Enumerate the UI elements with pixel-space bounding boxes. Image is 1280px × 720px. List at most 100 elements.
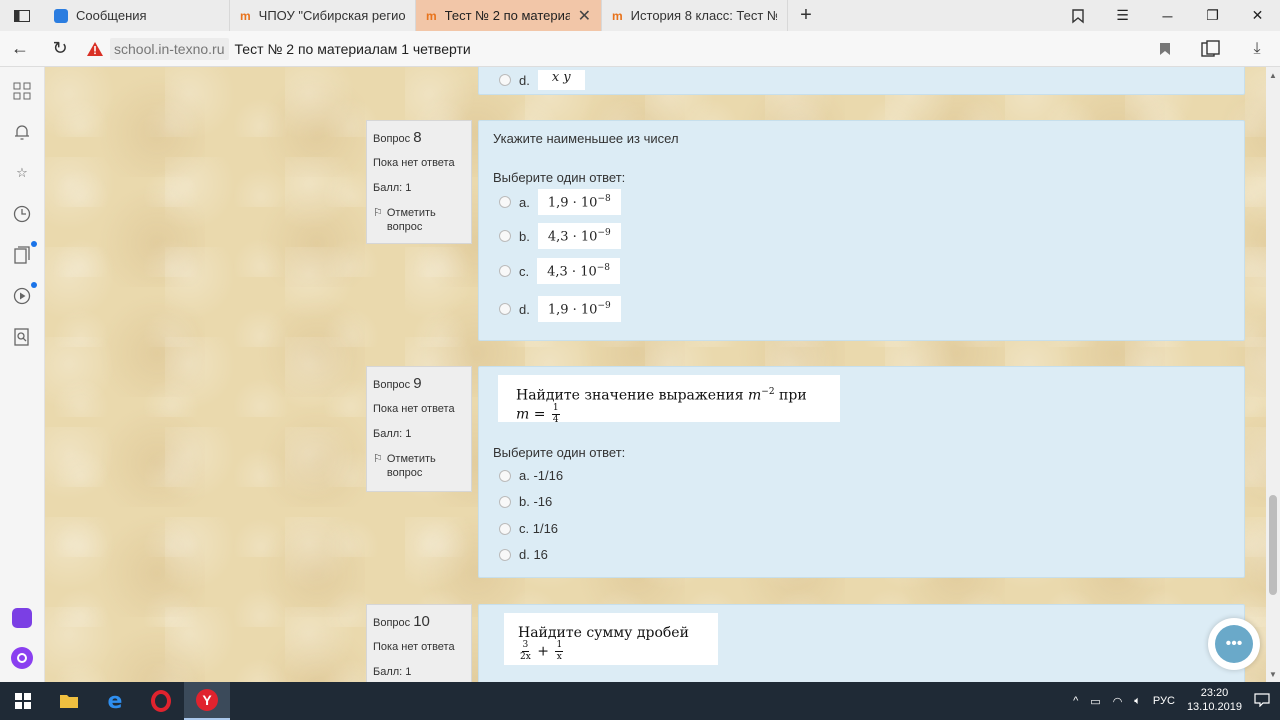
windows-taskbar: e Y ^ ▭ ◠ 🔈︎ РУС 23:20 13.10.2019: [0, 682, 1280, 720]
wifi-icon[interactable]: ◠: [1113, 695, 1123, 708]
answer-option-a[interactable]: a. 1,9 · 10−8: [499, 189, 621, 216]
warning-icon[interactable]: [86, 41, 104, 57]
question-grade: Балл: 1: [373, 666, 412, 679]
alice-assistant-icon[interactable]: [11, 647, 33, 669]
alice-messenger-icon[interactable]: [11, 607, 33, 629]
answer-option-c[interactable]: c. 4,3 · 10−8: [499, 258, 621, 285]
apps-grid-icon[interactable]: [11, 80, 33, 102]
scroll-down-arrow-icon[interactable]: ▼: [1266, 668, 1280, 680]
clock-date: 13.10.2019: [1186, 701, 1242, 713]
menu-icon[interactable]: ☰: [1100, 0, 1145, 31]
radio-button[interactable]: [499, 469, 511, 482]
question-info-10: Вопрос 10 Пока нет ответа Балл: 1: [366, 604, 472, 682]
battery-icon[interactable]: ▭: [1090, 695, 1100, 708]
page-content: d. x y Вопрос 8 Пока нет ответа Балл: 1 …: [45, 67, 1266, 682]
answer-option-b[interactable]: b. -16: [499, 494, 552, 509]
flag-question-link[interactable]: ⚐ Отметить вопрос: [373, 453, 465, 479]
question-state: Пока нет ответа: [373, 157, 455, 169]
windows-start-icon[interactable]: [0, 682, 46, 720]
radio-button[interactable]: [499, 265, 511, 278]
new-tab-button[interactable]: +: [788, 0, 824, 31]
answer-option-b[interactable]: b. 4,3 · 10−9: [499, 223, 621, 250]
question-info-9: Вопрос 9 Пока нет ответа Балл: 1 ⚐ Отмети…: [366, 366, 472, 492]
language-indicator[interactable]: РУС: [1153, 695, 1175, 707]
edge-browser-icon[interactable]: e: [92, 682, 138, 720]
page-title: Тест № 2 по материалам 1 четверти: [234, 40, 471, 57]
bookmarks-icon[interactable]: [1055, 0, 1100, 31]
question-state: Пока нет ответа: [373, 641, 455, 653]
radio-button[interactable]: [499, 548, 511, 561]
browser-sidebar: ☆: [0, 67, 45, 682]
answer-option-d[interactable]: d. 16: [499, 547, 548, 562]
question-state: Пока нет ответа: [373, 403, 455, 415]
math-image: 1,9 · 10−9: [537, 296, 621, 323]
history-clock-icon[interactable]: [11, 203, 33, 225]
download-icon[interactable]: ⤓: [1234, 31, 1280, 67]
question-grade: Балл: 1: [373, 182, 412, 195]
scroll-up-arrow-icon[interactable]: ▲: [1266, 69, 1280, 81]
radio-button[interactable]: [499, 522, 511, 535]
collections-icon[interactable]: [1188, 31, 1234, 67]
option-text: b. -16: [519, 494, 553, 509]
tab-label: Сообщения: [76, 8, 147, 23]
radio-button[interactable]: [499, 230, 511, 243]
flag-question-link[interactable]: ⚐ Отметить вопрос: [373, 207, 465, 233]
yandex-browser-icon[interactable]: Y: [184, 682, 230, 720]
answer-option-c[interactable]: c. 1/16: [499, 521, 558, 536]
bell-icon[interactable]: [11, 121, 33, 143]
file-explorer-icon[interactable]: [46, 682, 92, 720]
tab-messages[interactable]: Сообщения: [44, 0, 230, 31]
question-math-image: Найдите значение выражения m−2 при m = 1…: [498, 375, 840, 424]
moodle-icon: m: [426, 8, 437, 23]
tabs-menu-icon[interactable]: [0, 0, 44, 31]
question-text: Укажите наименьшее из чисел: [493, 131, 679, 146]
clock[interactable]: 23:20 13.10.2019: [1187, 687, 1242, 715]
question-box-10: Найдите сумму дробей 3 2x + 1x: [478, 604, 1245, 682]
speaker-icon[interactable]: 🔈︎: [1134, 695, 1141, 708]
answer-option[interactable]: d. x y: [499, 70, 585, 90]
scroll-thumb[interactable]: [1269, 495, 1277, 595]
tab-history[interactable]: m История 8 класс: Тест №4: [602, 0, 788, 31]
notifications-icon[interactable]: [1254, 692, 1270, 710]
answer-prompt: Выберите один ответ:: [493, 445, 626, 460]
math-image: 1,9 · 10−8: [537, 189, 621, 216]
tab-chpou[interactable]: m ЧПОУ "Сибирская региона: [230, 0, 416, 31]
moodle-icon: m: [240, 8, 251, 23]
close-window-icon[interactable]: ✕: [1235, 0, 1280, 31]
bookmark-icon[interactable]: [1142, 31, 1188, 67]
close-tab-icon[interactable]: ✕: [578, 6, 591, 26]
search-page-icon[interactable]: [11, 326, 33, 348]
chevron-up-icon[interactable]: ^: [1073, 695, 1078, 707]
news-icon[interactable]: [11, 244, 33, 266]
radio-button[interactable]: [499, 74, 511, 86]
back-arrow-icon[interactable]: ←: [0, 31, 40, 67]
radio-button[interactable]: [499, 196, 511, 209]
restore-icon[interactable]: ❐: [1190, 0, 1235, 31]
url-field[interactable]: school.in-texno.ru Тест № 2 по материала…: [86, 36, 1142, 62]
notification-dot: [31, 241, 37, 247]
tab-test-2[interactable]: m Тест № 2 по материала ✕: [416, 0, 602, 31]
tab-label: ЧПОУ "Сибирская региона: [258, 8, 405, 23]
opera-browser-icon[interactable]: [138, 682, 184, 720]
flag-icon: ⚐: [373, 453, 383, 466]
question-number: Вопрос 10: [373, 613, 430, 630]
video-play-icon[interactable]: [11, 285, 33, 307]
minimize-icon[interactable]: ─: [1145, 0, 1190, 31]
chat-widget-button[interactable]: •••: [1208, 618, 1260, 670]
system-tray: ^ ▭ ◠ 🔈︎ РУС 23:20 13.10.2019: [1073, 687, 1280, 715]
option-text: d. 16: [519, 547, 548, 562]
radio-button[interactable]: [499, 303, 511, 316]
option-text: c. 1/16: [519, 521, 559, 536]
page-scrollbar[interactable]: ▲ ▼: [1266, 67, 1280, 682]
question-math-image: Найдите сумму дробей 3 2x + 1x: [504, 613, 718, 665]
moodle-icon: m: [612, 8, 623, 23]
tab-label: История 8 класс: Тест №4: [630, 8, 777, 23]
option-text: a. -1/16: [519, 468, 564, 483]
answer-option-a[interactable]: a. -1/16: [499, 468, 563, 483]
question-number: Вопрос 9: [373, 375, 422, 392]
radio-button[interactable]: [499, 495, 511, 508]
star-icon[interactable]: ☆: [11, 162, 33, 184]
answer-option-d[interactable]: d. 1,9 · 10−9: [499, 296, 621, 323]
reload-icon[interactable]: ↻: [40, 31, 80, 67]
option-letter: d.: [519, 72, 530, 88]
